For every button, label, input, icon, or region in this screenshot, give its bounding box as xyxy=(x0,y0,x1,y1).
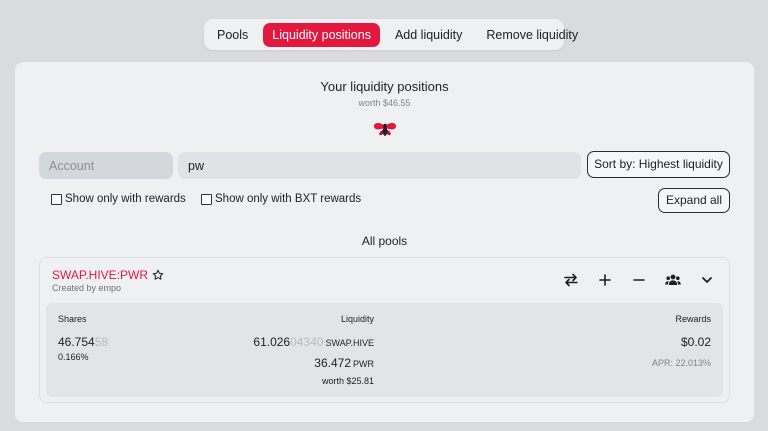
rewards-checkbox[interactable] xyxy=(51,193,62,205)
minus-icon[interactable] xyxy=(622,270,656,290)
pool-name[interactable]: SWAP.HIVE:PWR xyxy=(52,268,148,282)
total-worth: worth $46.55 xyxy=(358,98,411,108)
search-input[interactable] xyxy=(178,152,581,179)
bxt-rewards-filter[interactable]: Show only with BXT rewards xyxy=(201,193,361,205)
apr-value: APR: 22.013% xyxy=(651,358,711,368)
bxt-rewards-checkbox[interactable] xyxy=(201,193,212,205)
rewards-value: $0.02 xyxy=(680,335,711,349)
bee-logo-icon xyxy=(373,123,397,136)
pool-details: Shares 46.75458 0.166% Liquidity 61.0260… xyxy=(46,303,723,397)
star-icon[interactable] xyxy=(152,269,164,281)
rewards-filter[interactable]: Show only with rewards xyxy=(51,193,186,205)
pool-actions xyxy=(554,270,724,290)
pool-creator: Created by empo xyxy=(52,283,122,293)
users-icon[interactable] xyxy=(656,270,690,290)
liquidity-pwr: 36.472 PWR xyxy=(314,356,374,370)
expand-all-button[interactable]: Expand all xyxy=(658,188,730,213)
shares-label: Shares xyxy=(58,314,87,324)
chevron-down-icon[interactable] xyxy=(690,270,724,290)
plus-icon[interactable] xyxy=(588,270,622,290)
sort-button[interactable]: Sort by: Highest liquidity xyxy=(587,151,730,178)
tab-pools[interactable]: Pools xyxy=(208,23,257,47)
tab-bar: Pools Liquidity positions Add liquidity … xyxy=(204,19,578,50)
section-heading: All pools xyxy=(361,234,408,248)
page-title: Your liquidity positions xyxy=(320,79,449,94)
account-input[interactable] xyxy=(39,152,173,179)
tab-add-liquidity[interactable]: Add liquidity xyxy=(386,23,471,47)
pool-title[interactable]: SWAP.HIVE:PWR xyxy=(52,268,164,282)
liquidity-swap-hive: 61.02604340 SWAP.HIVE xyxy=(253,335,374,349)
liquidity-label: Liquidity xyxy=(340,314,374,324)
bxt-rewards-checkbox-label: Show only with BXT rewards xyxy=(215,193,362,205)
tab-remove-liquidity[interactable]: Remove liquidity xyxy=(477,23,587,47)
positions-card: Your liquidity positions worth $46.55 So… xyxy=(15,62,754,422)
swap-icon[interactable] xyxy=(554,270,588,290)
rewards-checkbox-label: Show only with rewards xyxy=(65,193,186,205)
shares-percent: 0.166% xyxy=(58,352,89,362)
liquidity-worth: worth $25.81 xyxy=(321,376,374,386)
rewards-label: Rewards xyxy=(675,314,711,324)
shares-value: 46.75458 xyxy=(58,335,109,349)
pool-card: SWAP.HIVE:PWR Created by empo Shares 46.… xyxy=(39,257,730,403)
tab-liquidity-positions[interactable]: Liquidity positions xyxy=(263,22,380,47)
